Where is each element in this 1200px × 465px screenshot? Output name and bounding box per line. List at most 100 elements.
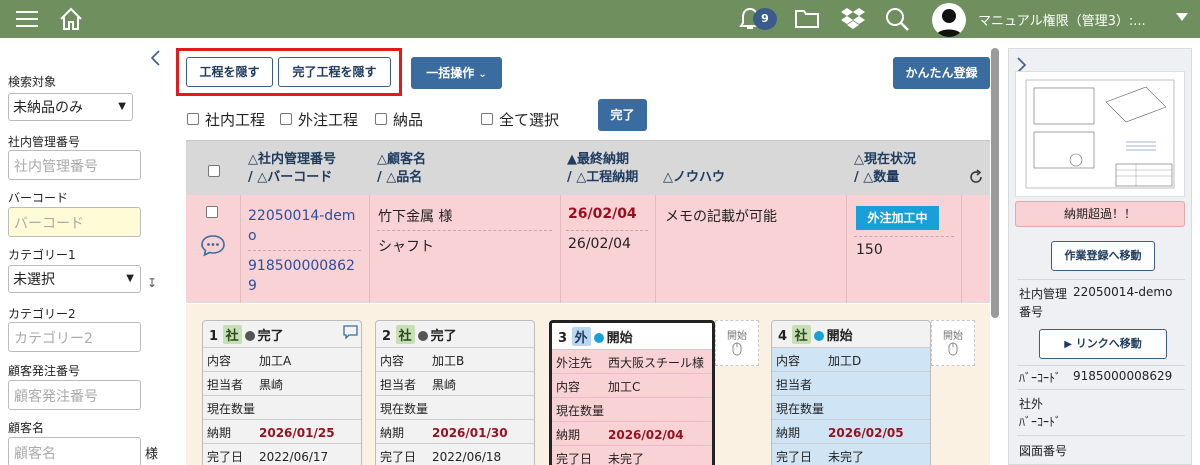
card-header: 4 社開始 [772, 321, 930, 347]
chk-internal-label: 社内工程 [205, 111, 266, 129]
checkbox[interactable] [187, 113, 199, 125]
avatar[interactable] [932, 3, 966, 37]
bulk-action-button[interactable]: 一括操作 ⌄ [411, 57, 502, 89]
card-state: 開始 [606, 331, 633, 346]
customer-name-input[interactable]: 顧客名 [8, 437, 141, 465]
header-status[interactable]: △現在状況 / △数量 [854, 151, 916, 187]
card-key: 納期 [207, 426, 232, 440]
divider [1017, 435, 1185, 436]
notification-badge[interactable]: 9 [753, 8, 777, 30]
ext-barcode-label: 社外 ﾊﾞｰｺｰﾄﾞ [1019, 395, 1061, 431]
card-key: 現在数量 [556, 404, 605, 418]
refresh-icon[interactable] [968, 169, 984, 189]
header-due[interactable]: ▲最終納期 / △工程納期 [567, 151, 638, 187]
customer-name: 竹下金属 様 [378, 209, 453, 225]
divider [854, 236, 954, 237]
card-value: 加工D [828, 354, 862, 368]
chk-internal[interactable]: 社内工程 [187, 109, 265, 130]
divider [369, 195, 370, 303]
barcode-link[interactable]: 918500000862 9 [248, 256, 355, 296]
checkbox[interactable] [375, 113, 387, 125]
category1-select[interactable]: 未選択 ▼ [8, 265, 141, 293]
card-key: 外注先 [556, 356, 593, 370]
checkbox[interactable] [280, 113, 292, 125]
chk-delivery[interactable]: 納品 [375, 109, 423, 130]
comment-icon[interactable] [343, 325, 358, 343]
card-key: 内容 [556, 380, 581, 394]
barcode-input[interactable]: バーコード [8, 207, 141, 237]
card-value: 加工C [608, 380, 641, 394]
chat-bubble-icon[interactable] [200, 234, 226, 262]
card-value: 西大阪スチール様 [608, 356, 705, 370]
status-dot-icon [417, 330, 428, 341]
chk-all[interactable]: 全て選択 [481, 109, 559, 130]
hide-done-process-button[interactable]: 完了工程を隠す [278, 57, 391, 87]
row-checkbox[interactable] [206, 206, 218, 218]
process-card[interactable]: 4 社開始 内容 加工D 担当者 現在数量 納期 2026/02/05 完了日 未完了 [771, 320, 931, 465]
header-item-label: / △品名 [377, 170, 423, 185]
card-line: 内容 加工A [203, 347, 361, 371]
goto-link-label: リンクへ移動 [1075, 337, 1142, 350]
scrollbar[interactable] [991, 48, 999, 318]
chevron-down-icon[interactable] [1176, 11, 1188, 26]
internal-tag: 社 [222, 325, 242, 344]
card-header: 1 社完了 [203, 321, 361, 347]
chk-external[interactable]: 外注工程 [280, 109, 358, 130]
header-barcode-label: / △バーコード [248, 170, 333, 185]
header-process-due-label: / △工程納期 [567, 170, 639, 185]
card-line: 納期 2026/02/04 [552, 421, 712, 445]
card-line: 外注先 西大阪スチール様 [552, 349, 712, 373]
mgmt-no-input[interactable]: 社内管理番号 [8, 150, 141, 180]
qty-value: 150 [856, 242, 883, 258]
folder-icon[interactable] [794, 6, 820, 34]
start-drop-slot[interactable]: 開始 [931, 320, 975, 366]
hide-process-button[interactable]: 工程を隠す [186, 57, 273, 87]
easy-register-button[interactable]: かんたん登録 [893, 57, 990, 89]
chk-all-label: 全て選択 [499, 111, 560, 129]
sort-down-icon[interactable]: ↧ [147, 276, 157, 290]
done-button[interactable]: 完了 [598, 99, 647, 131]
card-key: 内容 [207, 354, 232, 368]
header-mgmt-no[interactable]: △社内管理番号 / △バーコード [248, 151, 336, 187]
header-status-label: △現在状況 [854, 152, 916, 167]
process-card-selected[interactable]: 3 外開始 外注先 西大阪スチール様 内容 加工C 現在数量 納期 2026/02/0… [549, 320, 715, 465]
home-icon[interactable] [58, 6, 84, 36]
drawing-thumbnail[interactable] [1015, 71, 1185, 197]
card-line: 現在数量 [376, 395, 534, 419]
right-detail-pane: 納期超過！！ 作業登録へ移動 社内管理 番号 22050014-demo ▶ リ… [1008, 48, 1192, 465]
card-key: 完了日 [207, 450, 244, 464]
card-no: 4 [778, 329, 788, 344]
goto-work-button[interactable]: 作業登録へ移動 [1051, 241, 1155, 271]
header-qty-label: / △数量 [854, 170, 900, 185]
status-badge: 外注加工中 [856, 206, 939, 230]
checkbox[interactable] [481, 113, 493, 125]
process-due-date: 26/02/04 [568, 236, 631, 252]
card-line: 現在数量 [203, 395, 361, 419]
start-drop-slot[interactable]: 開始 [715, 320, 759, 366]
goto-link-button[interactable]: ▶ リンクへ移動 [1039, 329, 1167, 359]
search-icon[interactable] [884, 6, 910, 36]
divider [1017, 279, 1185, 280]
customer-order-label: 顧客発注番号 [8, 364, 81, 378]
mgmt-no-link[interactable]: 22050014-dem o [248, 206, 355, 246]
card-line: 内容 加工D [772, 347, 930, 371]
dropbox-icon[interactable] [840, 6, 866, 34]
card-state: 開始 [826, 329, 853, 344]
item-name: シャフト [378, 239, 434, 255]
status-dot-icon [244, 330, 255, 341]
search-target-select[interactable]: 未納品のみ ▼ [8, 93, 133, 121]
hamburger-menu-icon[interactable] [16, 6, 38, 30]
customer-order-input[interactable]: 顧客発注番号 [8, 380, 141, 410]
card-value: 黒崎 [259, 378, 284, 392]
chevron-left-icon[interactable] [150, 50, 160, 70]
user-name[interactable]: マニュアル権限（管理3）:... [978, 10, 1146, 29]
header-customer[interactable]: △顧客名 / △品名 [377, 151, 426, 187]
card-line: 現在数量 [772, 395, 930, 419]
category2-input[interactable]: カテゴリー2 [8, 322, 141, 352]
card-header: 2 社完了 [376, 321, 534, 347]
process-card[interactable]: 2 社完了 内容 加工B 担当者 黒崎 現在数量 納期 2026/01/30 完了日 2… [375, 320, 535, 465]
card-key: 完了日 [380, 450, 417, 464]
select-all-checkbox[interactable] [208, 165, 220, 177]
header-knowhow[interactable]: △ノウハウ [663, 169, 725, 187]
process-card[interactable]: 1 社完了 内容 加工A 担当者 黒崎 現在数量 納期 2026/01/25 完了日 2… [202, 320, 362, 465]
